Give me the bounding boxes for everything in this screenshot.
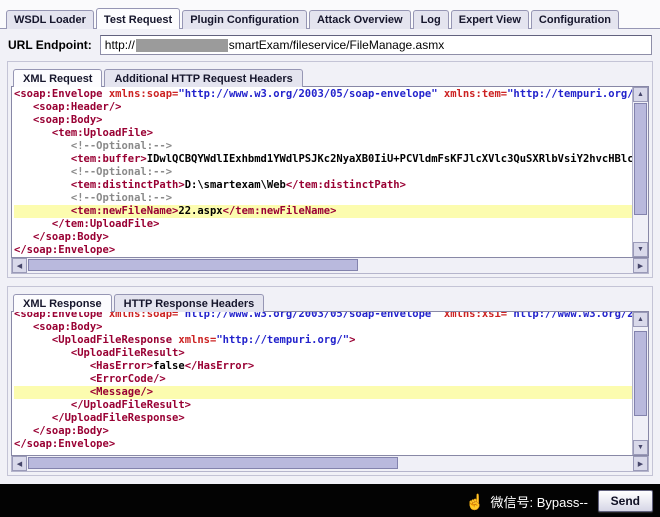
xml-request-editor[interactable]: <soap:Envelope xmlns:soap="http://www.w3… (12, 87, 632, 257)
hand-icon: ☝ (465, 493, 485, 511)
url-endpoint-label: URL Endpoint: (8, 38, 92, 52)
xml-line: <HasError>false</HasError> (14, 360, 255, 372)
xml-line: </UploadFileResult> (14, 399, 192, 411)
main-tab-wsdl-loader[interactable]: WSDL Loader (6, 10, 94, 29)
scroll-up-icon[interactable]: ▲ (633, 87, 648, 102)
request-tab-additional-http-request-headers[interactable]: Additional HTTP Request Headers (104, 69, 303, 87)
url-endpoint-input[interactable]: http:// smartExam/fileservice/FileManage… (99, 35, 652, 55)
xml-line: </soap:Envelope> (14, 438, 116, 450)
response-tab-xml-response[interactable]: XML Response (13, 294, 112, 312)
response-panel: XML Response HTTP Response Headers <soap:… (7, 286, 653, 476)
scroll-left-icon[interactable]: ◀ (12, 258, 27, 273)
request-vertical-scroll-thumb[interactable] (634, 103, 647, 215)
xml-line: <!--Optional:--> (14, 166, 173, 178)
xml-line: <soap:Envelope xmlns:soap="http://www.w3… (14, 312, 632, 320)
scroll-up-icon[interactable]: ▲ (633, 312, 648, 327)
xml-line: </soap:Body> (14, 231, 109, 243)
xml-line: <soap:Envelope xmlns:soap="http://www.w3… (14, 88, 632, 100)
main-tab-bar: WSDL Loader Test Request Plugin Configurat… (0, 0, 660, 29)
main-tab-configuration[interactable]: Configuration (530, 10, 620, 29)
response-tab-http-response-headers[interactable]: HTTP Response Headers (113, 294, 265, 312)
xml-line: <UploadFileResult> (14, 347, 185, 359)
request-tab-xml-request[interactable]: XML Request (13, 69, 103, 87)
response-editor-frame: <soap:Envelope xmlns:soap="http://www.w3… (11, 311, 649, 456)
redacted-host-block (135, 38, 228, 52)
request-vertical-scrollbar[interactable]: ▲ ▼ (632, 87, 648, 257)
xml-response-editor[interactable]: <soap:Envelope xmlns:soap="http://www.w3… (12, 312, 632, 455)
scroll-down-icon[interactable]: ▼ (633, 242, 648, 257)
main-tab-attack-overview[interactable]: Attack Overview (308, 10, 411, 29)
xml-line: <!--Optional:--> (14, 192, 173, 204)
response-vertical-scrollbar[interactable]: ▲ ▼ (632, 312, 648, 455)
scroll-right-icon[interactable]: ▶ (633, 258, 648, 273)
xml-line: </soap:Envelope> (14, 244, 116, 256)
xml-line: <UploadFileResponse xmlns="http://tempur… (14, 334, 356, 346)
xml-line: </tem:UploadFile> (14, 218, 160, 230)
xml-line: <!--Optional:--> (14, 140, 173, 152)
xml-line: <tem:UploadFile> (14, 127, 154, 139)
send-button[interactable]: Send (597, 490, 653, 512)
xml-line: <soap:Header/> (14, 101, 122, 113)
url-suffix-text: smartExam/fileservice/FileManage.asmx (228, 38, 445, 52)
xml-line: <tem:distinctPath>D:\smartexam\Web</tem:… (14, 179, 406, 191)
xml-line: </soap:Body> (14, 425, 109, 437)
main-tab-plugin-configuration[interactable]: Plugin Configuration (182, 10, 307, 29)
scroll-right-icon[interactable]: ▶ (633, 456, 648, 471)
main-tab-expert-view[interactable]: Expert View (450, 10, 529, 29)
xml-line: <tem:buffer>IDwlQCBQYWdlIExhbmd1YWdlPSJK… (14, 153, 632, 165)
response-horizontal-scrollbar[interactable]: ◀ ▶ (11, 456, 649, 472)
main-tab-log[interactable]: Log (412, 10, 449, 29)
xml-line: <soap:Body> (14, 321, 103, 333)
xml-line: </UploadFileResponse> (14, 412, 185, 424)
scroll-down-icon[interactable]: ▼ (633, 440, 648, 455)
url-prefix-text: http:// (104, 38, 135, 52)
endpoint-row: URL Endpoint: http:// smartExam/fileserv… (0, 29, 660, 61)
response-vertical-scroll-thumb[interactable] (634, 331, 647, 416)
response-horizontal-scroll-thumb[interactable] (28, 457, 398, 469)
main-tab-test-request[interactable]: Test Request (95, 8, 181, 29)
xml-line: <soap:Body> (14, 114, 103, 126)
request-horizontal-scrollbar[interactable]: ◀ ▶ (11, 258, 649, 274)
xml-line: <Message/> (14, 386, 632, 399)
request-panel: XML Request Additional HTTP Request Heade… (7, 61, 653, 278)
request-editor-frame: <soap:Envelope xmlns:soap="http://www.w3… (11, 86, 649, 258)
request-horizontal-scroll-thumb[interactable] (28, 259, 358, 271)
censor-footer-bar: ☝ 微信号: Bypass-- Send (0, 484, 660, 517)
xml-line: <tem:newFileName>22.aspx</tem:newFileNam… (14, 205, 632, 218)
response-tab-bar: XML Response HTTP Response Headers (11, 289, 649, 312)
watermark-text: 微信号: Bypass-- (490, 495, 588, 510)
xml-line: <ErrorCode/> (14, 373, 166, 385)
watermark: ☝ 微信号: Bypass-- (466, 492, 588, 511)
request-tab-bar: XML Request Additional HTTP Request Heade… (11, 64, 649, 87)
soap-test-tool-window: WSDL Loader Test Request Plugin Configurat… (0, 0, 660, 517)
scroll-left-icon[interactable]: ◀ (12, 456, 27, 471)
